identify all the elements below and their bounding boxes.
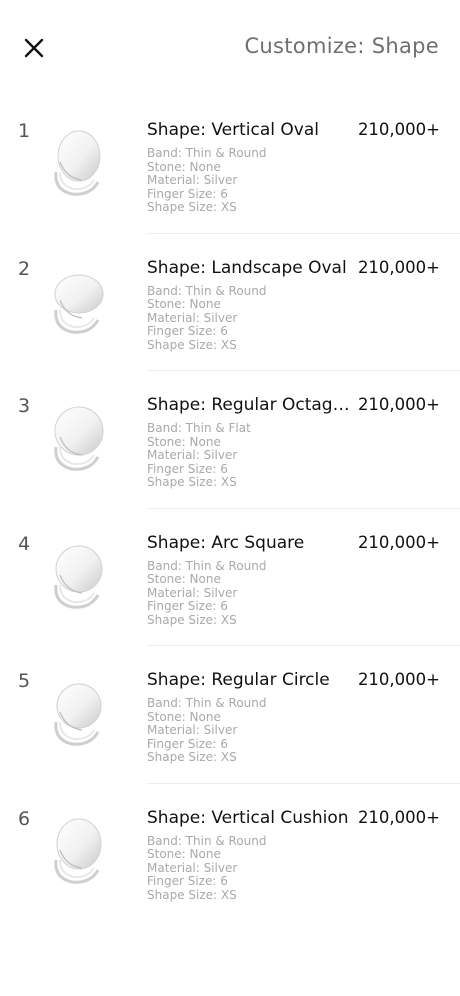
spec-stone: Stone: None [147,434,221,449]
option-index: 3 [18,395,31,417]
option-specs: Band: Thin & Round Stone: None Material:… [147,558,267,628]
spec-band: Band: Thin & Round [147,833,267,848]
option-price: 210,000+ [357,257,440,277]
option-index: 6 [18,807,31,830]
spec-shape-size: Shape Size: XS [147,200,237,214]
spec-material: Material: Silver [147,723,238,737]
option-price: 210,000+ [357,807,440,827]
spec-finger-size: Finger Size: 6 [147,461,228,476]
ring-regular-octagon-image [46,401,112,475]
shape-option-item[interactable]: 3 Shape: Regular Octagon 210,000+ Band: … [0,371,460,509]
ring-arc-square-image [46,539,112,613]
option-specs: Band: Thin & Round Stone: None Material:… [147,833,267,903]
spec-material: Material: Silver [147,585,238,600]
ring-regular-circle-image [46,676,112,750]
option-index: 5 [18,670,31,692]
spec-shape-size: Shape Size: XS [147,750,237,764]
spec-shape-size: Shape Size: XS [147,612,237,627]
option-specs: Band: Thin & Round Stone: None Material:… [147,146,267,215]
spec-material: Material: Silver [147,173,238,187]
spec-finger-size: Finger Size: 6 [147,736,228,751]
spec-band: Band: Thin & Round [147,558,267,573]
option-specs: Band: Thin & Round Stone: None Material:… [147,283,267,353]
spec-shape-size: Shape Size: XS [147,337,237,352]
shape-option-item[interactable]: 4 Shape: Arc Square 210,000+ Band: Thin … [0,509,460,646]
spec-stone: Stone: None [147,297,221,311]
spec-finger-size: Finger Size: 6 [147,874,228,888]
shape-option-item[interactable]: 6 Shape: Vertical Cushion 210,000+ Band:… [0,784,460,922]
option-specs: Band: Thin & Flat Stone: None Material: … [147,421,251,490]
spec-shape-size: Shape Size: XS [147,887,237,902]
option-specs: Band: Thin & Round Stone: None Material:… [147,696,267,765]
spec-finger-size: Finger Size: 6 [147,324,228,338]
page-title: Customize: Shape [244,34,439,58]
spec-finger-size: Finger Size: 6 [147,186,228,201]
option-title: Shape: Regular Circle [147,670,330,690]
option-index: 1 [18,120,31,142]
option-title: Shape: Vertical Cushion [147,807,349,828]
option-price: 210,000+ [357,532,440,552]
close-button[interactable] [20,34,48,62]
close-icon [24,38,44,58]
spec-band: Band: Thin & Flat [147,421,251,435]
spec-finger-size: Finger Size: 6 [147,599,228,613]
spec-shape-size: Shape Size: XS [147,475,237,489]
shape-option-item[interactable]: 5 Shape: Regular Circle 210,000+ Band: T… [0,646,460,784]
spec-material: Material: Silver [147,310,238,325]
option-title: Shape: Arc Square [147,532,305,553]
shape-option-item[interactable]: 2 Shape: Landscape Oval 210,000+ Band: T… [0,234,460,371]
spec-band: Band: Thin & Round [147,696,267,710]
option-title: Shape: Landscape Oval [147,257,347,278]
spec-material: Material: Silver [147,448,238,462]
option-price: 210,000+ [357,120,440,139]
spec-material: Material: Silver [147,860,238,875]
option-index: 4 [18,532,31,555]
shape-option-item[interactable]: 1 Shape: Vertical Oval 210,000+ Band: Th… [0,96,460,234]
option-index: 2 [18,257,31,280]
option-price: 210,000+ [357,395,440,414]
spec-band: Band: Thin & Round [147,283,267,298]
spec-stone: Stone: None [147,159,221,174]
ring-landscape-oval-image [46,264,112,338]
spec-stone: Stone: None [147,847,221,861]
option-price: 210,000+ [357,670,440,689]
ring-vertical-cushion-image [46,814,112,888]
spec-stone: Stone: None [147,709,221,724]
spec-band: Band: Thin & Round [147,146,267,160]
shape-option-list: 1 Shape: Vertical Oval 210,000+ Band: Th… [0,96,460,921]
spec-stone: Stone: None [147,572,221,586]
option-title: Shape: Vertical Oval [147,120,319,140]
option-title: Shape: Regular Octagon [147,395,353,415]
ring-vertical-oval-image [46,126,112,200]
header: Customize: Shape [0,0,460,96]
